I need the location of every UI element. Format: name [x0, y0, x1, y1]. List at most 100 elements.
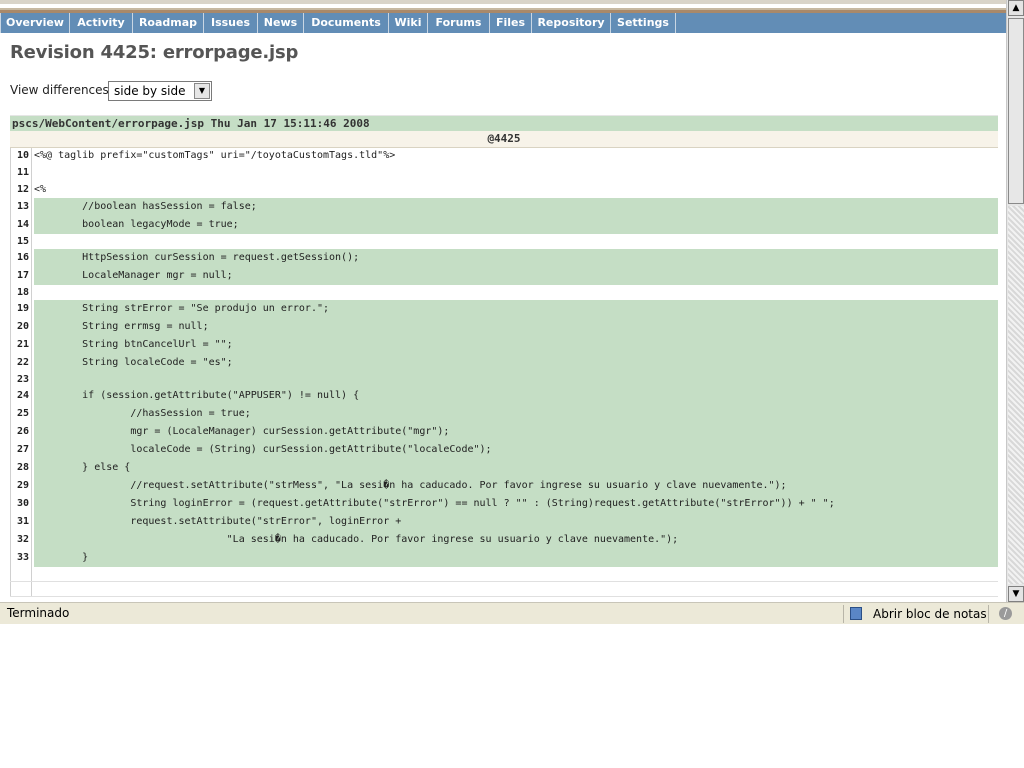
tab-wiki[interactable]: Wiki [389, 13, 428, 33]
diff-line: 21 String btnCancelUrl = ""; [10, 336, 998, 354]
diff-line: 32 "La sesi�n ha caducado. Por favor ing… [10, 531, 998, 549]
diff-line: 27 localeCode = (String) curSession.getA… [10, 441, 998, 459]
diff-line: 26 mgr = (LocaleManager) curSession.getA… [10, 423, 998, 441]
tab-documents[interactable]: Documents [304, 13, 389, 33]
diff-empty-line [10, 567, 998, 582]
line-number: 10 [10, 148, 32, 164]
code-line: boolean legacyMode = true; [34, 216, 998, 234]
line-number: 13 [10, 198, 32, 216]
notes-label: Abrir bloc de notas [873, 607, 987, 621]
diff-line: 24 if (session.getAttribute("APPUSER") !… [10, 387, 998, 405]
code-line [34, 372, 998, 387]
status-extension-button[interactable]: / [988, 605, 1024, 623]
status-text: Terminado [7, 606, 70, 620]
scroll-down-icon[interactable]: ▼ [1008, 586, 1024, 602]
tab-files[interactable]: Files [490, 13, 532, 33]
line-number: 29 [10, 477, 32, 495]
diff-table: pscs/WebContent/errorpage.jsp Thu Jan 17… [10, 115, 998, 597]
line-number: 28 [10, 459, 32, 477]
line-number: 32 [10, 531, 32, 549]
code-line: String errmsg = null; [34, 318, 998, 336]
code-line: LocaleManager mgr = null; [34, 267, 998, 285]
code-line: HttpSession curSession = request.getSess… [34, 249, 998, 267]
diff-line: 13 //boolean hasSession = false; [10, 198, 998, 216]
code-line: if (session.getAttribute("APPUSER") != n… [34, 387, 998, 405]
diff-line: 16 HttpSession curSession = request.getS… [10, 249, 998, 267]
scrollbar-track[interactable] [1008, 206, 1024, 584]
code-line: request.setAttribute("strError", loginEr… [34, 513, 998, 531]
page-title: Revision 4425: errorpage.jsp [10, 42, 299, 63]
code-line: String btnCancelUrl = ""; [34, 336, 998, 354]
notes-button[interactable]: Abrir bloc de notas [843, 605, 988, 623]
tab-news[interactable]: News [258, 13, 304, 33]
view-differences-select[interactable]: side by side ▼ [108, 81, 212, 101]
diff-line: 18 [10, 285, 998, 300]
scroll-up-icon[interactable]: ▲ [1008, 0, 1024, 16]
line-number: 23 [10, 372, 32, 387]
line-number: 11 [10, 164, 32, 181]
diff-line: 31 request.setAttribute("strError", logi… [10, 513, 998, 531]
code-line: } else { [34, 459, 998, 477]
view-differences-label: View differences [10, 83, 109, 97]
code-line: //request.setAttribute("strMess", "La se… [34, 477, 998, 495]
tab-repository[interactable]: Repository [532, 13, 611, 33]
line-number: 19 [10, 300, 32, 318]
diff-line: 11 [10, 164, 998, 181]
code-line: <% [34, 184, 47, 195]
diff-line: 25 //hasSession = true; [10, 405, 998, 423]
code-line: //hasSession = true; [34, 405, 998, 423]
line-number: 20 [10, 318, 32, 336]
code-line: String localeCode = "es"; [34, 354, 998, 372]
diff-line: 28 } else { [10, 459, 998, 477]
diff-rows: 10 <%@ taglib prefix="customTags" uri="/t… [10, 148, 998, 597]
code-line: String loginError = (request.getAttribut… [34, 495, 998, 513]
line-number: 17 [10, 267, 32, 285]
vertical-scrollbar[interactable]: ▲ ▼ [1006, 0, 1024, 602]
browser-status-bar: Terminado Abrir bloc de notas / [0, 602, 1024, 624]
tab-roadmap[interactable]: Roadmap [133, 13, 204, 33]
pen-icon: / [999, 607, 1012, 620]
scrollbar-thumb[interactable] [1008, 18, 1024, 204]
diff-line: 10 <%@ taglib prefix="customTags" uri="/t… [10, 148, 998, 164]
line-number: 15 [10, 234, 32, 249]
tab-overview[interactable]: Overview [0, 13, 70, 33]
line-number: 12 [10, 181, 32, 198]
code-line: localeCode = (String) curSession.getAttr… [34, 441, 998, 459]
line-number: 22 [10, 354, 32, 372]
line-number: 30 [10, 495, 32, 513]
chevron-down-icon[interactable]: ▼ [194, 83, 210, 99]
code-line: "La sesi�n ha caducado. Por favor ingres… [34, 531, 998, 549]
code-line: } [34, 549, 998, 567]
tab-issues[interactable]: Issues [204, 13, 258, 33]
line-number: 14 [10, 216, 32, 234]
line-number: 25 [10, 405, 32, 423]
tab-activity[interactable]: Activity [70, 13, 133, 33]
tab-settings[interactable]: Settings [611, 13, 676, 33]
view-differences-value: side by side [114, 84, 186, 98]
diff-line: 12 <% [10, 181, 998, 198]
diff-line: 30 String loginError = (request.getAttri… [10, 495, 998, 513]
diff-empty-line [10, 582, 998, 597]
project-menu: Overview Activity Roadmap Issues News Do… [0, 13, 1006, 33]
line-number [10, 567, 32, 581]
line-number: 24 [10, 387, 32, 405]
diff-line: 23 [10, 372, 998, 387]
tab-forums[interactable]: Forums [428, 13, 490, 33]
code-line: //boolean hasSession = false; [34, 198, 998, 216]
line-number: 27 [10, 441, 32, 459]
line-number: 33 [10, 549, 32, 567]
line-number [10, 582, 32, 596]
code-line: <%@ taglib prefix="customTags" uri="/toy… [34, 150, 396, 161]
diff-file-header: pscs/WebContent/errorpage.jsp Thu Jan 17… [10, 115, 998, 131]
diff-line: 29 //request.setAttribute("strMess", "La… [10, 477, 998, 495]
diff-line: 17 LocaleManager mgr = null; [10, 267, 998, 285]
notepad-icon [850, 607, 862, 620]
line-number: 31 [10, 513, 32, 531]
line-number: 21 [10, 336, 32, 354]
diff-line: 19 String strError = "Se produjo un erro… [10, 300, 998, 318]
diff-line: 15 [10, 234, 998, 249]
diff-revision-header: @4425 [10, 131, 998, 148]
line-number: 26 [10, 423, 32, 441]
